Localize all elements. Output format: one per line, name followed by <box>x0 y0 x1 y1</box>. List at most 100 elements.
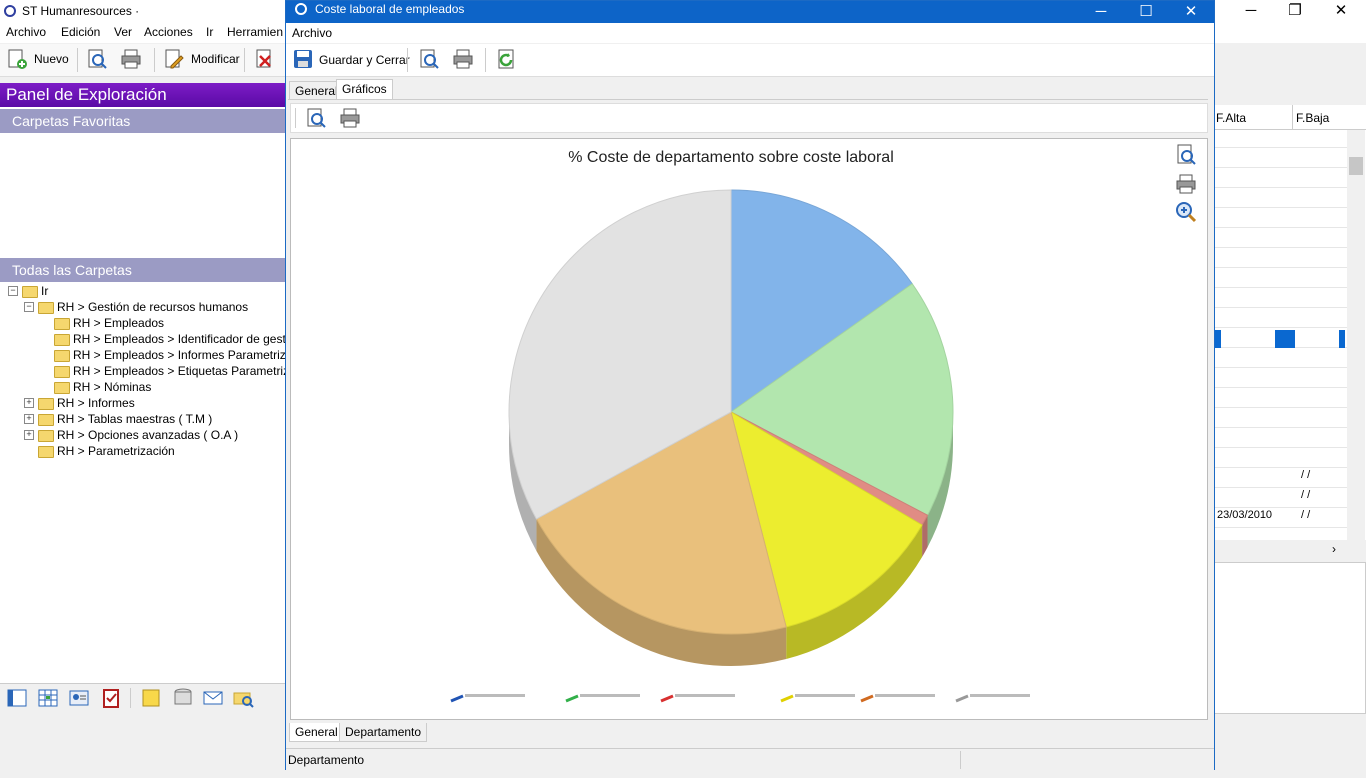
calendar-grid-icon[interactable] <box>37 687 59 709</box>
folder-icon <box>38 446 54 458</box>
chart-side-preview-icon[interactable] <box>1175 143 1197 167</box>
grid-row[interactable] <box>1215 387 1347 388</box>
list-view-icon[interactable] <box>6 687 28 709</box>
print-icon[interactable] <box>452 48 474 70</box>
menu-archivo[interactable]: Archivo <box>6 25 46 39</box>
selected-row-highlight <box>1275 330 1295 348</box>
maximize-icon[interactable]: ☐ <box>1123 1 1169 24</box>
grid-row[interactable] <box>1215 467 1347 468</box>
legend-marker-3 <box>780 694 794 703</box>
grid-row[interactable] <box>1215 267 1347 268</box>
dialog-menubar: Archivo <box>286 23 1214 43</box>
save-and-close-button[interactable]: Guardar y Cerrar <box>319 53 410 67</box>
grid-row[interactable] <box>1215 287 1347 288</box>
legend-marker-5 <box>955 694 969 703</box>
chart-toolbar <box>290 103 1208 133</box>
restore-icon[interactable]: ❐ <box>1272 0 1318 23</box>
legend-marker-1 <box>565 694 579 703</box>
grid-row[interactable] <box>1215 147 1347 148</box>
print-preview-icon[interactable] <box>418 48 440 70</box>
menu-acciones[interactable]: Acciones <box>144 25 193 39</box>
new-document-icon[interactable] <box>6 48 28 70</box>
scrollbar-thumb[interactable] <box>1349 157 1363 175</box>
dialog-titlebar: Coste laboral de empleados ─ ☐ ✕ <box>286 1 1214 23</box>
exploration-panel-title: Panel de Exploración <box>0 83 285 107</box>
print-preview-icon[interactable] <box>86 48 108 70</box>
tree-item-label: RH > Opciones avanzadas ( O.A ) <box>57 428 239 442</box>
vertical-scrollbar[interactable] <box>1347 105 1365 545</box>
grid-row[interactable] <box>1215 487 1347 488</box>
bottom-tab-general[interactable]: General <box>289 723 344 742</box>
edit-document-icon[interactable] <box>163 48 185 70</box>
note-icon[interactable] <box>140 687 162 709</box>
refresh-icon[interactable] <box>496 48 518 70</box>
tree-item-label: RH > Empleados > Identificador de gestió… <box>73 332 302 346</box>
search-folder-icon[interactable] <box>232 687 254 709</box>
mail-icon[interactable] <box>202 687 224 709</box>
grid-cell-falta: 23/03/2010 <box>1217 509 1273 521</box>
grid-row[interactable] <box>1215 507 1347 508</box>
menu-ir[interactable]: Ir <box>206 25 213 39</box>
column-header-fbaja[interactable]: F.Baja <box>1296 111 1329 125</box>
grid-row[interactable] <box>1215 427 1347 428</box>
grid-row[interactable] <box>1215 527 1347 528</box>
grid-row[interactable] <box>1215 247 1347 248</box>
grid-row[interactable] <box>1215 447 1347 448</box>
scroll-right-icon[interactable]: › <box>1332 542 1336 556</box>
folder-icon <box>22 286 38 298</box>
archive-icon[interactable] <box>172 687 194 709</box>
grid-row[interactable] <box>1215 207 1347 208</box>
dialog-menu-archivo[interactable]: Archivo <box>292 26 332 40</box>
collapse-icon[interactable]: − <box>24 302 34 312</box>
tree-item-label: RH > Informes <box>57 396 135 410</box>
app-logo-icon <box>295 3 307 15</box>
delete-icon[interactable] <box>254 48 276 70</box>
chart-panel: % Coste de departamento sobre coste labo… <box>290 138 1208 720</box>
tab-graficos[interactable]: Gráficos <box>336 79 393 100</box>
chart-side-print-icon[interactable] <box>1175 173 1197 195</box>
grid-row[interactable] <box>1215 327 1347 328</box>
legend-label-1 <box>580 694 640 697</box>
grid-row[interactable] <box>1215 367 1347 368</box>
app-logo-icon <box>4 5 16 17</box>
new-button[interactable]: Nuevo <box>34 52 69 66</box>
tasks-icon[interactable] <box>100 687 122 709</box>
grid-row[interactable] <box>1215 307 1347 308</box>
folder-icon <box>38 302 54 314</box>
favorite-folders-header[interactable]: Carpetas Favoritas <box>0 109 285 133</box>
menu-ver[interactable]: Ver <box>114 25 132 39</box>
save-icon[interactable] <box>292 48 314 70</box>
close-icon[interactable]: ✕ <box>1168 1 1214 24</box>
zoom-in-icon[interactable] <box>1175 201 1197 223</box>
chart-print-icon[interactable] <box>339 107 361 129</box>
menu-herramientas[interactable]: Herramien <box>227 25 283 39</box>
print-icon[interactable] <box>120 48 142 70</box>
grid-row[interactable] <box>1215 407 1347 408</box>
collapse-icon[interactable]: − <box>8 286 18 296</box>
grid-row[interactable] <box>1215 187 1347 188</box>
all-folders-header[interactable]: Todas las Carpetas <box>0 258 285 282</box>
chart-print-preview-icon[interactable] <box>305 107 327 129</box>
contact-card-icon[interactable] <box>68 687 90 709</box>
horizontal-scrollbar[interactable]: › <box>1214 540 1366 560</box>
expand-icon[interactable]: + <box>24 398 34 408</box>
folder-icon <box>54 366 70 378</box>
legend-label-3 <box>795 694 855 697</box>
separator <box>130 688 131 708</box>
grid-rows <box>1215 129 1347 529</box>
close-icon[interactable]: ✕ <box>1318 0 1364 23</box>
minimize-icon[interactable]: ─ <box>1078 1 1124 24</box>
menu-edicion[interactable]: Edición <box>61 25 100 39</box>
expand-icon[interactable]: + <box>24 414 34 424</box>
folder-icon <box>38 430 54 442</box>
grid-row[interactable] <box>1215 227 1347 228</box>
column-header-falta[interactable]: F.Alta <box>1216 111 1246 125</box>
grid-row[interactable] <box>1215 167 1347 168</box>
minimize-icon[interactable]: ─ <box>1228 0 1274 23</box>
legend-marker-2 <box>660 694 674 703</box>
modify-button[interactable]: Modificar <box>191 52 240 66</box>
bottom-tab-departamento[interactable]: Departamento <box>339 723 428 742</box>
background-detail-panel <box>1214 562 1366 714</box>
expand-icon[interactable]: + <box>24 430 34 440</box>
navigation-shortcuts-bar <box>0 683 285 712</box>
